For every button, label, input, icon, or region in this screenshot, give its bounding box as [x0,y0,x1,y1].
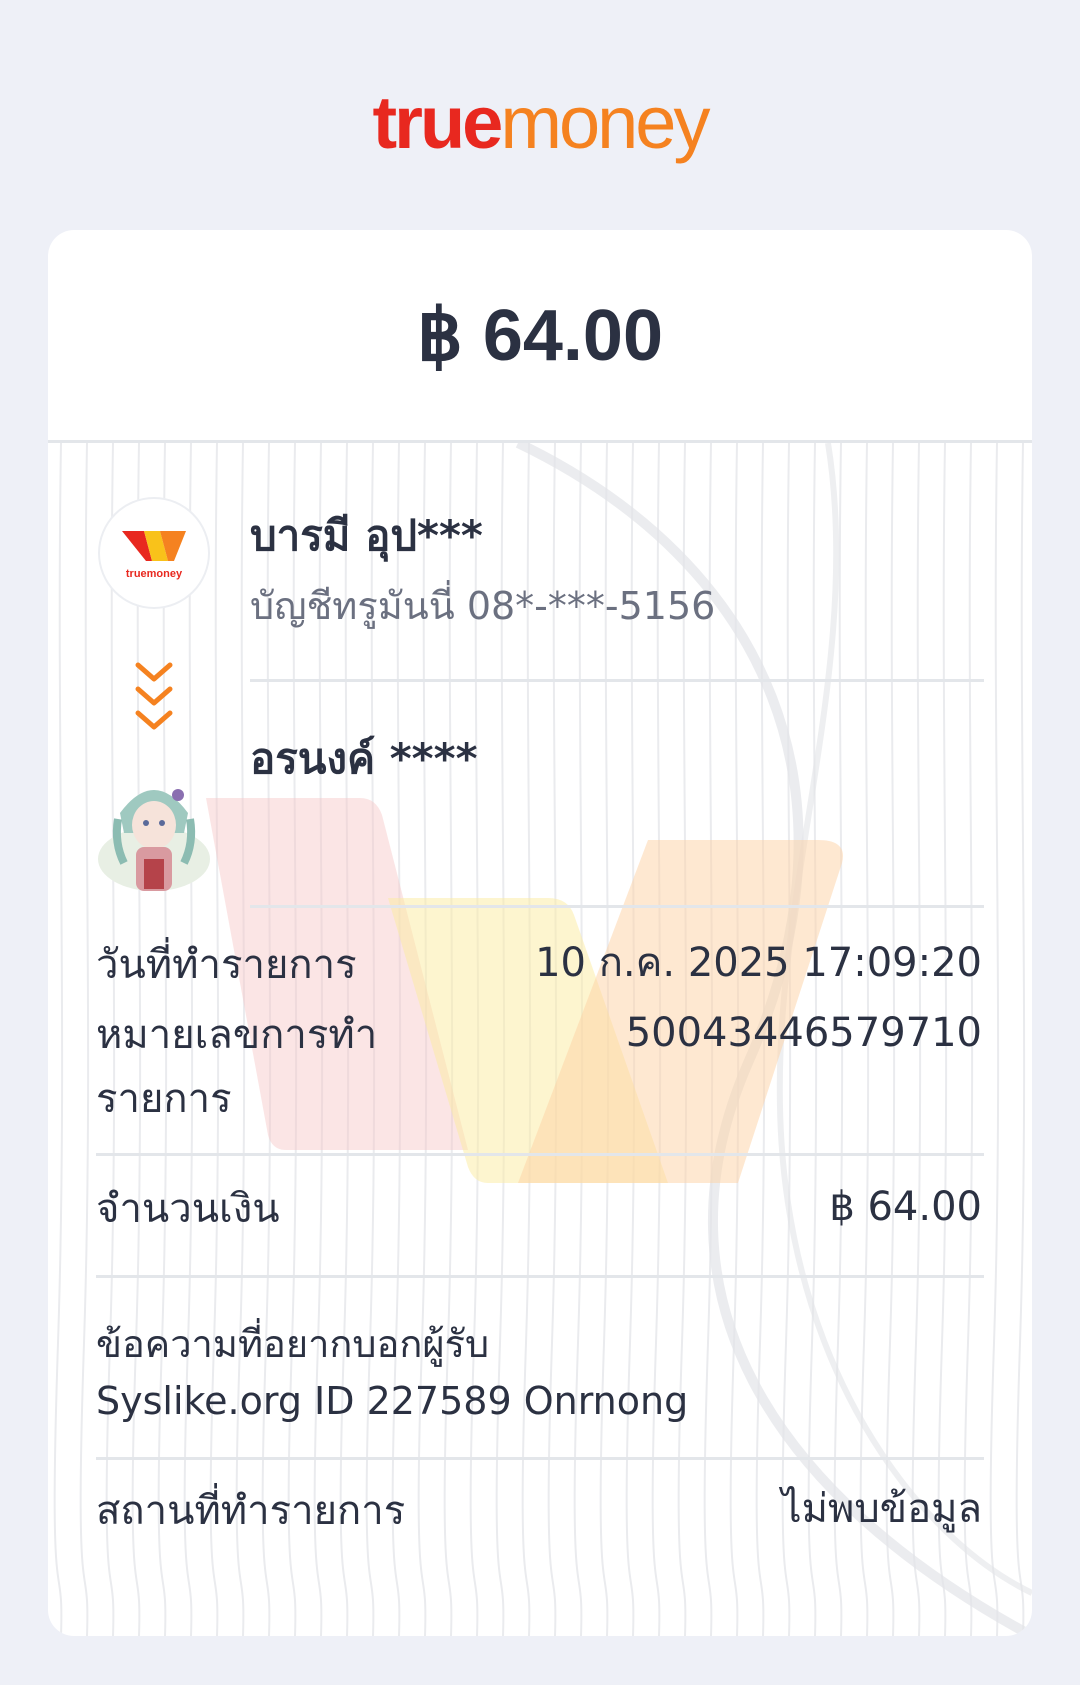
slip-details: truemoney บารมี อุป*** บัญชีทรูมันนี่ 08… [48,443,1032,1636]
anime-character-avatar-icon [98,789,210,891]
amount-value: ฿ 64.00 [829,1184,982,1230]
receiver-name: อรนงค์ **** [250,734,478,783]
message-label: ข้อความที่อยากบอกผู้รับ [96,1322,490,1366]
location-label: สถานที่ทำรายการ [96,1488,406,1534]
message-text: Syslike.org ID 227589 Onrnong [96,1379,689,1423]
transaction-slip-card: ฿ 64.00 truemoney บารมี อุป*** บัญชีทรูม… [48,230,1032,1636]
divider [96,1153,984,1156]
divider [96,1275,984,1278]
sender-avatar: truemoney [100,499,208,607]
transaction-date-label: วันที่ทำรายการ [96,942,357,988]
divider [250,679,984,682]
logo-true: true [372,81,504,164]
transaction-id-label-line2: รายการ [96,1076,232,1122]
receiver-avatar [96,773,212,901]
truemoney-logo: truemoney [0,78,1080,168]
transfer-chevrons-icon [135,662,173,730]
logo-money: money [500,81,710,164]
location-value: ไม่พบข้อมูล [781,1486,983,1532]
transaction-date-value: 10 ก.ค. 2025 17:09:20 [535,940,982,986]
sender-name: บารมี อุป*** [250,511,483,560]
truemoney-w-icon: truemoney [122,531,186,580]
truemoney-mini-label: truemoney [126,568,183,580]
divider [96,1457,984,1460]
transaction-id-label-line1: หมายเลขการทำ [96,1012,378,1058]
transaction-id-value: 50043446579710 [625,1010,982,1056]
amount-label: จำนวนเงิน [96,1186,280,1232]
divider [250,905,984,908]
sender-account: บัญชีทรูมันนี่ 08*-***-5156 [250,584,716,628]
total-amount: ฿ 64.00 [48,230,1032,443]
